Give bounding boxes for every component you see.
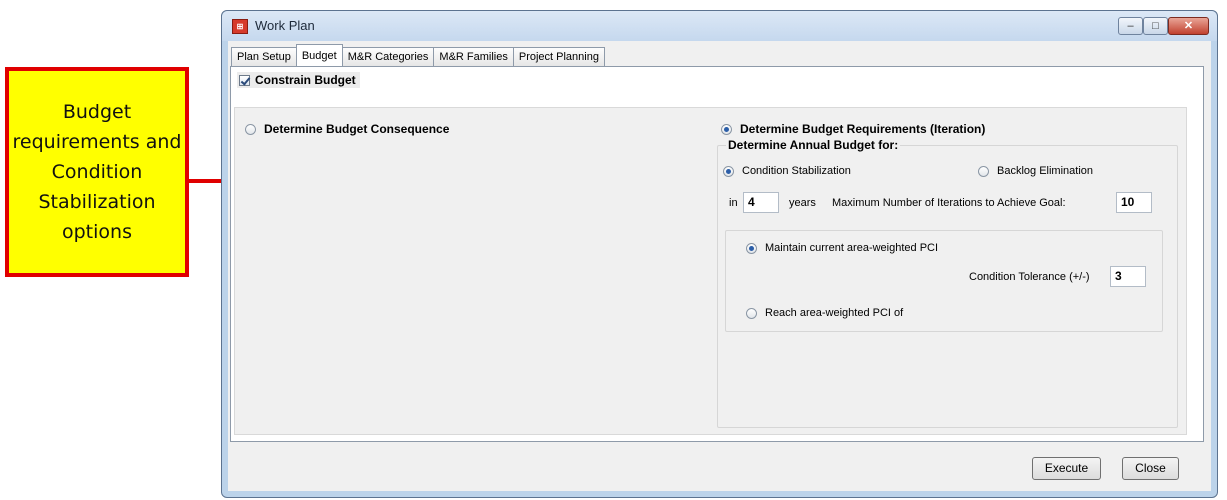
work-plan-window: ⊞ Work Plan – □ ✕ Plan Setup Budget M&R … [221, 10, 1218, 498]
condition-stabilization-option[interactable]: Condition Stabilization [723, 165, 851, 177]
maintain-pci-label: Maintain current area-weighted PCI [765, 242, 939, 254]
tab-project-planning[interactable]: Project Planning [512, 47, 605, 66]
tab-strip: Plan Setup Budget M&R Categories M&R Fam… [231, 44, 605, 67]
tab-mr-categories[interactable]: M&R Categories [341, 47, 435, 66]
maximize-button[interactable]: □ [1143, 17, 1168, 35]
years-label: years [789, 197, 816, 209]
close-button[interactable]: Close [1122, 457, 1179, 480]
window-client: Plan Setup Budget M&R Categories M&R Fam… [228, 41, 1211, 491]
minimize-button[interactable]: – [1118, 17, 1143, 35]
tab-plan-setup[interactable]: Plan Setup [231, 47, 297, 66]
annual-budget-group-label: Determine Annual Budget for: [726, 138, 901, 152]
condition-tolerance-label: Condition Tolerance (+/-) [969, 271, 1090, 283]
window-title: Work Plan [255, 18, 315, 33]
tab-mr-families[interactable]: M&R Families [433, 47, 514, 66]
budget-consequence-label: Determine Budget Consequence [264, 122, 450, 136]
close-window-button[interactable]: ✕ [1168, 17, 1209, 35]
budget-requirements-label: Determine Budget Requirements (Iteration… [740, 122, 986, 136]
years-input[interactable]: 4 [743, 192, 779, 213]
reach-pci-label: Reach area-weighted PCI of [765, 307, 904, 319]
backlog-elimination-radio[interactable] [978, 165, 989, 177]
budget-consequence-radio[interactable] [245, 123, 256, 135]
constrain-budget-checkbox-row[interactable]: Constrain Budget [237, 72, 360, 88]
constrain-budget-checkbox[interactable] [239, 74, 250, 86]
stabilization-target-panel: Maintain current area-weighted PCI Condi… [725, 230, 1163, 332]
reach-pci-option[interactable]: Reach area-weighted PCI of [746, 307, 903, 319]
app-icon: ⊞ [232, 19, 248, 34]
budget-requirements-option[interactable]: Determine Budget Requirements (Iteration… [721, 122, 985, 136]
budget-options-group: Determine Budget Consequence Determine B… [234, 107, 1187, 435]
condition-tolerance-input[interactable]: 3 [1110, 266, 1146, 287]
condition-stabilization-radio[interactable] [723, 165, 734, 177]
annotation-callout: Budget requirements and Condition Stabil… [5, 67, 189, 277]
backlog-elimination-option[interactable]: Backlog Elimination [978, 165, 1093, 177]
backlog-elimination-label: Backlog Elimination [997, 165, 1093, 177]
reach-pci-radio[interactable] [746, 307, 757, 319]
execute-button[interactable]: Execute [1032, 457, 1101, 480]
budget-tab-panel: Constrain Budget Determine Budget Conseq… [230, 66, 1204, 442]
annual-budget-group: Determine Annual Budget for: Condition S… [717, 138, 1178, 428]
maintain-pci-radio[interactable] [746, 242, 757, 254]
annotation-callout-text: Budget requirements and Condition Stabil… [12, 101, 182, 243]
maintain-pci-option[interactable]: Maintain current area-weighted PCI [746, 242, 938, 254]
condition-stabilization-label: Condition Stabilization [742, 165, 851, 177]
budget-requirements-radio[interactable] [721, 123, 732, 135]
tab-budget[interactable]: Budget [295, 44, 343, 66]
title-bar[interactable]: ⊞ Work Plan – □ ✕ [222, 11, 1217, 41]
max-iterations-input[interactable]: 10 [1116, 192, 1152, 213]
max-iterations-label: Maximum Number of Iterations to Achieve … [832, 197, 1066, 209]
budget-consequence-option[interactable]: Determine Budget Consequence [245, 122, 449, 136]
constrain-budget-label: Constrain Budget [255, 73, 356, 87]
in-label: in [729, 197, 738, 209]
